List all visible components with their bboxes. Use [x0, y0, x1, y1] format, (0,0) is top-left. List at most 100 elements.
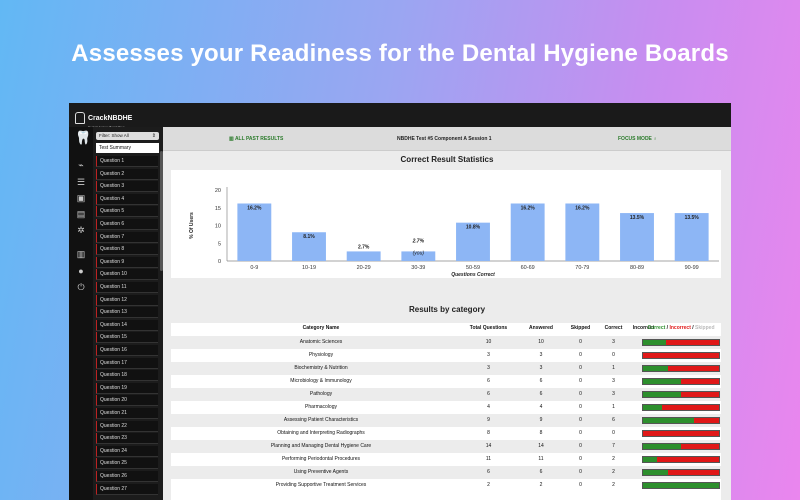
question-item[interactable]: Question 9: [96, 256, 158, 268]
y-tick-label: 20: [215, 188, 221, 194]
question-list: Filter: Show All ⇕ Test Summary Question…: [93, 127, 163, 500]
question-item[interactable]: Question 11: [96, 282, 158, 293]
question-item[interactable]: Question 1: [96, 156, 158, 167]
question-item[interactable]: Question 3: [96, 181, 158, 193]
question-item[interactable]: Question 5: [96, 206, 158, 218]
focus-mode-label: FOCUS MODE: [618, 136, 652, 142]
total-questions-cell: 4: [487, 404, 490, 410]
legend-correct: Correct: [647, 325, 666, 331]
skipped-cell: 0: [579, 378, 582, 384]
lightbulb-icon: ♁: [651, 136, 658, 142]
category-name-cell: Physiology: [308, 352, 334, 358]
category-name-cell: Providing Supportive Treatment Services: [275, 482, 367, 488]
question-item[interactable]: Question 14: [96, 319, 158, 331]
table-row: Anatomic Sciences1010037: [171, 336, 721, 349]
question-item[interactable]: Question 24: [96, 445, 158, 457]
question-item[interactable]: Question 22: [96, 420, 158, 432]
bar-data-label: 16.2%: [521, 205, 536, 211]
chart-icon[interactable]: ⌁: [75, 160, 87, 170]
question-item[interactable]: Question 25: [96, 458, 158, 470]
x-tick-label: 10-19: [302, 265, 316, 271]
correct-segment: [643, 444, 681, 449]
question-item[interactable]: Question 8: [96, 244, 158, 256]
stats-icon[interactable]: ▥: [75, 249, 87, 259]
focus-mode-button[interactable]: FOCUS MODE ♁: [618, 136, 657, 142]
header-category-name: Category Name: [302, 325, 340, 331]
clipboard-icon[interactable]: ▤: [75, 209, 87, 219]
power-icon[interactable]: ⏻: [75, 282, 87, 292]
past-results-label: ALL PAST RESULTS: [234, 136, 284, 142]
stats-chart: 0 5 10 15 20 % Of Users 16.2% 0-9 8.1% 10-19 2.7% 2…: [189, 187, 719, 278]
total-questions-cell: 6: [487, 391, 490, 397]
correct-segment: [643, 379, 681, 384]
app-title: CrackNBDHE: [88, 115, 133, 122]
chart-bar: [510, 203, 545, 261]
bar-data-label: 13.5%: [630, 215, 645, 221]
total-questions-cell: 6: [487, 469, 490, 475]
question-item[interactable]: Question 15: [96, 332, 158, 344]
result-bar: [642, 430, 720, 437]
correct-segment: [643, 457, 657, 462]
test-summary-item[interactable]: Test Summary: [96, 143, 159, 153]
x-axis-label: Questions Correct: [451, 272, 495, 278]
x-tick-label: 90-99: [685, 265, 699, 271]
question-item[interactable]: Question 21: [96, 408, 158, 419]
gear-icon[interactable]: ✲: [75, 225, 87, 235]
question-item[interactable]: Question 17: [96, 357, 158, 369]
question-item[interactable]: Question 26: [96, 471, 158, 482]
correct-segment: [643, 340, 666, 345]
briefcase-icon[interactable]: ▣: [75, 193, 87, 203]
x-tick-label: 80-89: [630, 265, 644, 271]
skipped-cell: 0: [579, 365, 582, 371]
table-row: Physiology33003: [171, 349, 721, 362]
category-name-cell: Pharmacology: [305, 404, 337, 410]
answered-cell: 6: [539, 469, 543, 475]
tooth-icon[interactable]: 🦷: [75, 131, 91, 149]
skipped-cell: 0: [579, 456, 582, 462]
user-icon[interactable]: ●: [75, 266, 87, 276]
answered-cell: 3: [539, 352, 543, 358]
answered-cell: 10: [538, 339, 544, 345]
question-item[interactable]: Question 2: [96, 168, 158, 180]
question-item[interactable]: Question 19: [96, 382, 158, 394]
all-past-results-link[interactable]: ▥ ALL PAST RESULTS: [229, 136, 283, 142]
question-item[interactable]: Question 12: [96, 294, 158, 306]
question-item[interactable]: Question 10: [96, 269, 158, 281]
total-questions-cell: 8: [487, 430, 490, 436]
total-questions-cell: 6: [487, 378, 490, 384]
table-row: Biochemistry & Nutrition33012: [171, 362, 721, 375]
question-item[interactable]: Question 20: [96, 395, 158, 407]
filter-dropdown[interactable]: Filter: Show All ⇕: [96, 132, 159, 140]
question-item[interactable]: Question 27: [96, 483, 158, 495]
total-questions-cell: 3: [487, 352, 490, 358]
question-item[interactable]: Question 18: [96, 370, 158, 382]
answered-cell: 11: [538, 456, 544, 462]
table-row: Planning and Managing Dental Hygiene Car…: [171, 440, 721, 453]
list-icon[interactable]: ☰: [75, 177, 87, 187]
question-item[interactable]: Question 7: [96, 231, 158, 243]
incorrect-segment: [668, 470, 719, 475]
total-questions-cell: 11: [485, 456, 492, 462]
session-title: NBDHE Test #5 Component A Session 1: [397, 136, 492, 142]
table-row: Pharmacology44013: [171, 401, 721, 414]
chart-bar: [565, 203, 600, 261]
result-bar: [642, 339, 720, 346]
question-item[interactable]: Question 16: [96, 345, 158, 356]
incorrect-segment: [665, 340, 719, 345]
question-item[interactable]: Question 4: [96, 193, 158, 205]
skipped-cell: 0: [579, 443, 582, 449]
skipped-cell: 0: [579, 430, 582, 436]
table-row: Providing Supportive Treatment Services 2…: [171, 479, 721, 492]
correct-segment: [643, 483, 719, 488]
header-total-questions: Total Questions: [469, 325, 508, 331]
app-window: CrackNBDHE Dental Hygiene Board Prep 🦷 ⌁…: [69, 103, 731, 500]
question-item[interactable]: Question 13: [96, 307, 158, 319]
bar-data-label: 16.2%: [575, 205, 590, 211]
table-row: Obtaining and Interpreting Radiographs 8 8…: [171, 427, 721, 440]
y-axis-label: % Of Users: [189, 212, 195, 239]
question-item[interactable]: Question 23: [96, 433, 158, 445]
result-bar: [642, 404, 720, 411]
skipped-cell: 0: [579, 339, 582, 345]
question-item[interactable]: Question 6: [96, 219, 158, 230]
app-logo: CrackNBDHE Dental Hygiene Board Prep: [75, 107, 132, 129]
